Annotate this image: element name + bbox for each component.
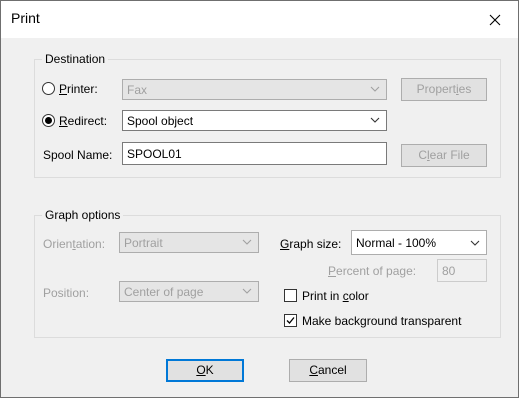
cancel-button[interactable]: Cancel <box>289 359 367 382</box>
redirect-select[interactable]: Spool object <box>122 110 387 131</box>
make-background-transparent-checkbox[interactable] <box>284 314 297 327</box>
percent-of-page-input[interactable]: 80 <box>437 259 487 282</box>
redirect-radio-label[interactable]: Redirect: <box>59 114 107 128</box>
checkmark-icon <box>286 317 295 324</box>
chevron-down-icon <box>370 117 380 123</box>
chevron-down-icon <box>242 239 252 245</box>
printer-select[interactable]: Fax <box>122 79 387 100</box>
orientation-select[interactable]: Portrait <box>119 232 259 253</box>
spool-name-value: SPOOL01 <box>127 147 182 161</box>
position-label: Position: <box>43 286 90 300</box>
ok-button[interactable]: OK <box>166 359 244 382</box>
redirect-radio[interactable] <box>42 114 55 127</box>
print-in-color-checkbox[interactable] <box>284 289 297 302</box>
graph-size-select[interactable]: Normal - 100% <box>351 230 487 255</box>
close-icon <box>489 14 501 25</box>
properties-button[interactable]: Properties <box>401 78 487 101</box>
percent-of-page-label: Percent of page: <box>328 264 417 278</box>
chevron-down-icon <box>370 86 380 92</box>
title-bar: Print <box>1 1 518 38</box>
graph-size-select-value: Normal - 100% <box>356 236 437 250</box>
position-select[interactable]: Center of page <box>119 281 259 302</box>
position-select-value: Center of page <box>124 285 204 299</box>
print-dialog: Print Destination Printer: Fax Propertie… <box>0 0 519 398</box>
redirect-select-value: Spool object <box>127 114 194 128</box>
destination-group-label: Destination <box>42 52 109 66</box>
radio-selected-dot <box>45 117 52 124</box>
print-in-color-label[interactable]: Print in color <box>302 289 369 303</box>
chevron-down-icon <box>470 240 480 246</box>
graph-size-label: Graph size: <box>280 237 342 251</box>
spool-name-input[interactable]: SPOOL01 <box>122 142 387 165</box>
orientation-label: Orientation: <box>43 237 106 251</box>
printer-radio-label[interactable]: Printer: <box>59 82 98 96</box>
graph-options-group-label: Graph options <box>42 208 124 222</box>
spool-name-label: Spool Name: <box>43 148 113 162</box>
printer-select-value: Fax <box>127 83 148 97</box>
dialog-title: Print <box>11 10 40 26</box>
percent-of-page-value: 80 <box>442 264 456 278</box>
make-background-transparent-label[interactable]: Make background transparent <box>302 314 461 328</box>
chevron-down-icon <box>242 288 252 294</box>
clear-file-button[interactable]: Clear File <box>401 144 487 167</box>
orientation-select-value: Portrait <box>124 236 163 250</box>
close-button[interactable] <box>472 1 518 38</box>
printer-radio[interactable] <box>42 82 55 95</box>
